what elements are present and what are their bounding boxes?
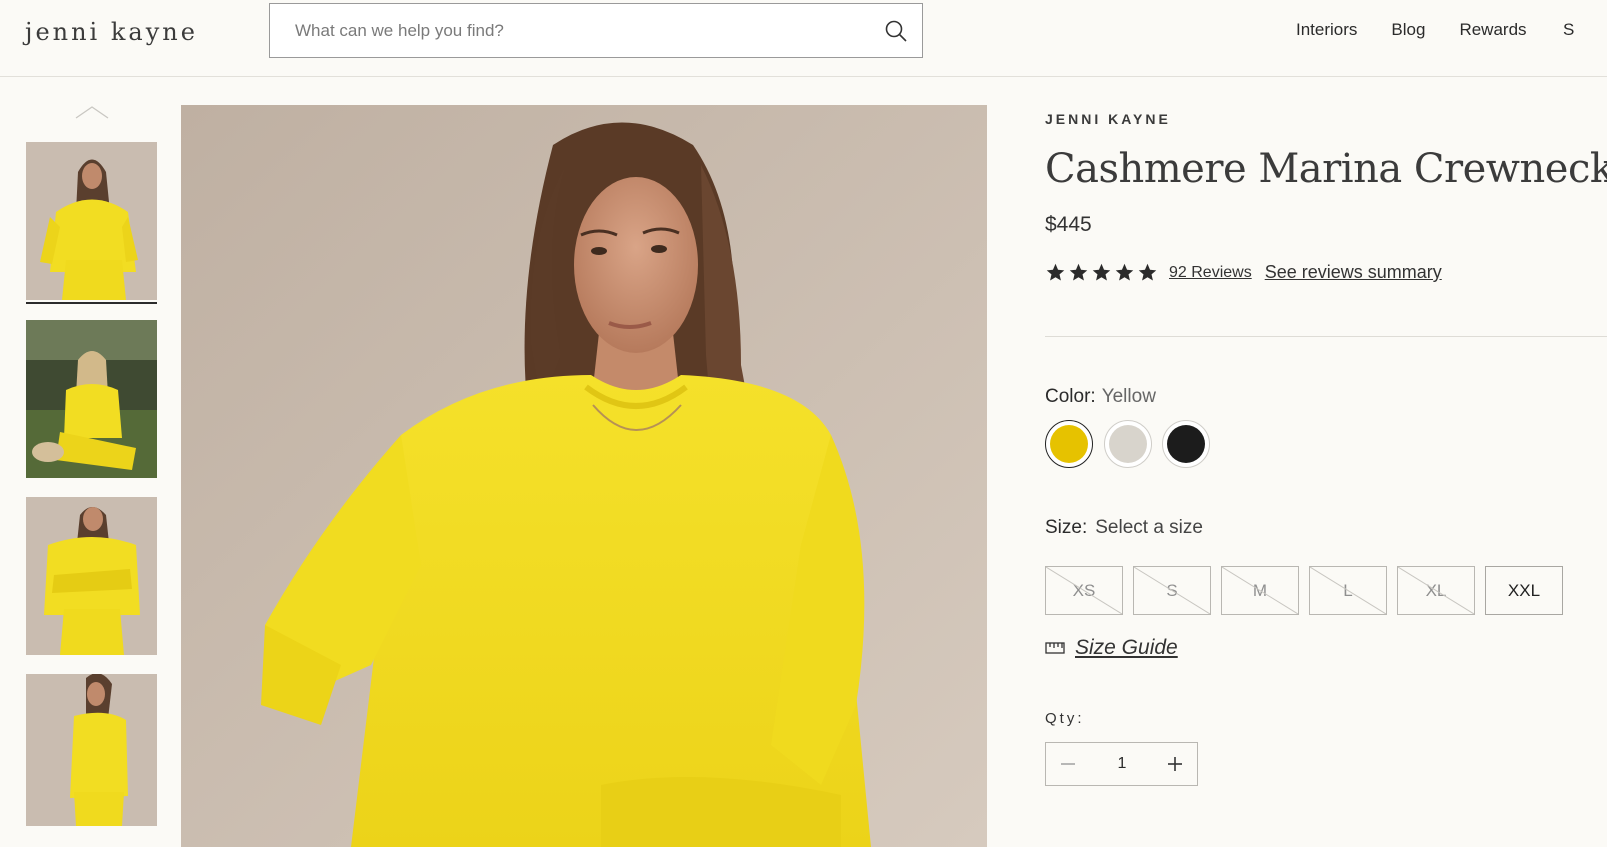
size-button-label: M	[1252, 580, 1268, 600]
ruler-icon	[1045, 642, 1065, 654]
size-guide-text[interactable]: Size Guide	[1075, 636, 1178, 660]
size-guide-link[interactable]: Size Guide	[1045, 636, 1178, 660]
search-icon[interactable]	[868, 4, 923, 57]
brand-logo[interactable]: jenni kayne	[25, 18, 198, 46]
search-input[interactable]	[270, 4, 860, 57]
reviews-summary-link[interactable]: See reviews summary	[1265, 262, 1442, 283]
product-thumbnail-3[interactable]	[26, 497, 157, 655]
size-button-l[interactable]: L	[1309, 566, 1387, 615]
color-value: Yellow	[1101, 386, 1156, 407]
site-header: jenni kayne Interiors Blog Rewards S	[0, 0, 1607, 77]
size-button-xs[interactable]: XS	[1045, 566, 1123, 615]
size-button-m[interactable]: M	[1221, 566, 1299, 615]
size-button-label: L	[1343, 580, 1353, 600]
nav-item-truncated[interactable]: S	[1563, 20, 1574, 40]
section-divider	[1045, 336, 1607, 337]
size-button-label: XXL	[1507, 580, 1541, 600]
quantity-label: Qty:	[1045, 710, 1085, 727]
search-bar[interactable]	[269, 3, 923, 58]
size-label-text: Size:	[1045, 517, 1088, 538]
size-button-label: XS	[1072, 580, 1096, 600]
nav-blog[interactable]: Blog	[1391, 20, 1425, 40]
product-title: Cashmere Marina Crewneck	[1045, 146, 1607, 192]
star-icon	[1138, 263, 1157, 281]
product-brand[interactable]: JENNI KAYNE	[1045, 111, 1171, 127]
quantity-stepper: 1	[1045, 742, 1198, 786]
size-button-s[interactable]: S	[1133, 566, 1211, 615]
quantity-value[interactable]: 1	[1096, 743, 1148, 785]
product-thumbnail-1[interactable]	[26, 142, 157, 300]
product-price: $445	[1045, 213, 1092, 236]
main-nav: Interiors Blog Rewards	[1296, 20, 1527, 40]
star-icon	[1115, 263, 1134, 281]
reviews-count-link[interactable]: 92 Reviews	[1169, 264, 1252, 282]
active-thumbnail-indicator	[26, 302, 157, 304]
nav-interiors[interactable]: Interiors	[1296, 20, 1357, 40]
size-label: Size: Select a size	[1045, 517, 1203, 539]
rating-stars[interactable]	[1045, 262, 1158, 283]
size-button-label: S	[1166, 580, 1178, 600]
product-thumbnail-2[interactable]	[26, 320, 157, 478]
product-thumbnail-4[interactable]	[26, 674, 157, 826]
size-value: Select a size	[1095, 517, 1203, 538]
swatch-fill	[1050, 425, 1088, 463]
star-icon	[1046, 263, 1065, 281]
plus-icon[interactable]	[1153, 743, 1197, 785]
thumbnail-up-arrow-icon[interactable]	[74, 103, 110, 121]
color-label: Color: Yellow	[1045, 386, 1156, 408]
color-label-text: Color:	[1045, 386, 1096, 407]
main-product-image[interactable]	[181, 105, 987, 847]
color-swatch-oatmeal[interactable]	[1104, 420, 1152, 468]
size-button-xl[interactable]: XL	[1397, 566, 1475, 615]
size-button-xxl[interactable]: XXL	[1485, 566, 1563, 615]
product-rating: 92 Reviews See reviews summary	[1045, 262, 1442, 283]
color-swatch-yellow[interactable]	[1045, 420, 1093, 468]
minus-icon[interactable]	[1046, 743, 1090, 785]
color-swatch-black[interactable]	[1162, 420, 1210, 468]
star-icon	[1069, 263, 1088, 281]
nav-rewards[interactable]: Rewards	[1459, 20, 1526, 40]
star-icon	[1092, 263, 1111, 281]
swatch-fill	[1109, 425, 1147, 463]
swatch-fill	[1167, 425, 1205, 463]
size-button-label: XL	[1425, 580, 1447, 600]
